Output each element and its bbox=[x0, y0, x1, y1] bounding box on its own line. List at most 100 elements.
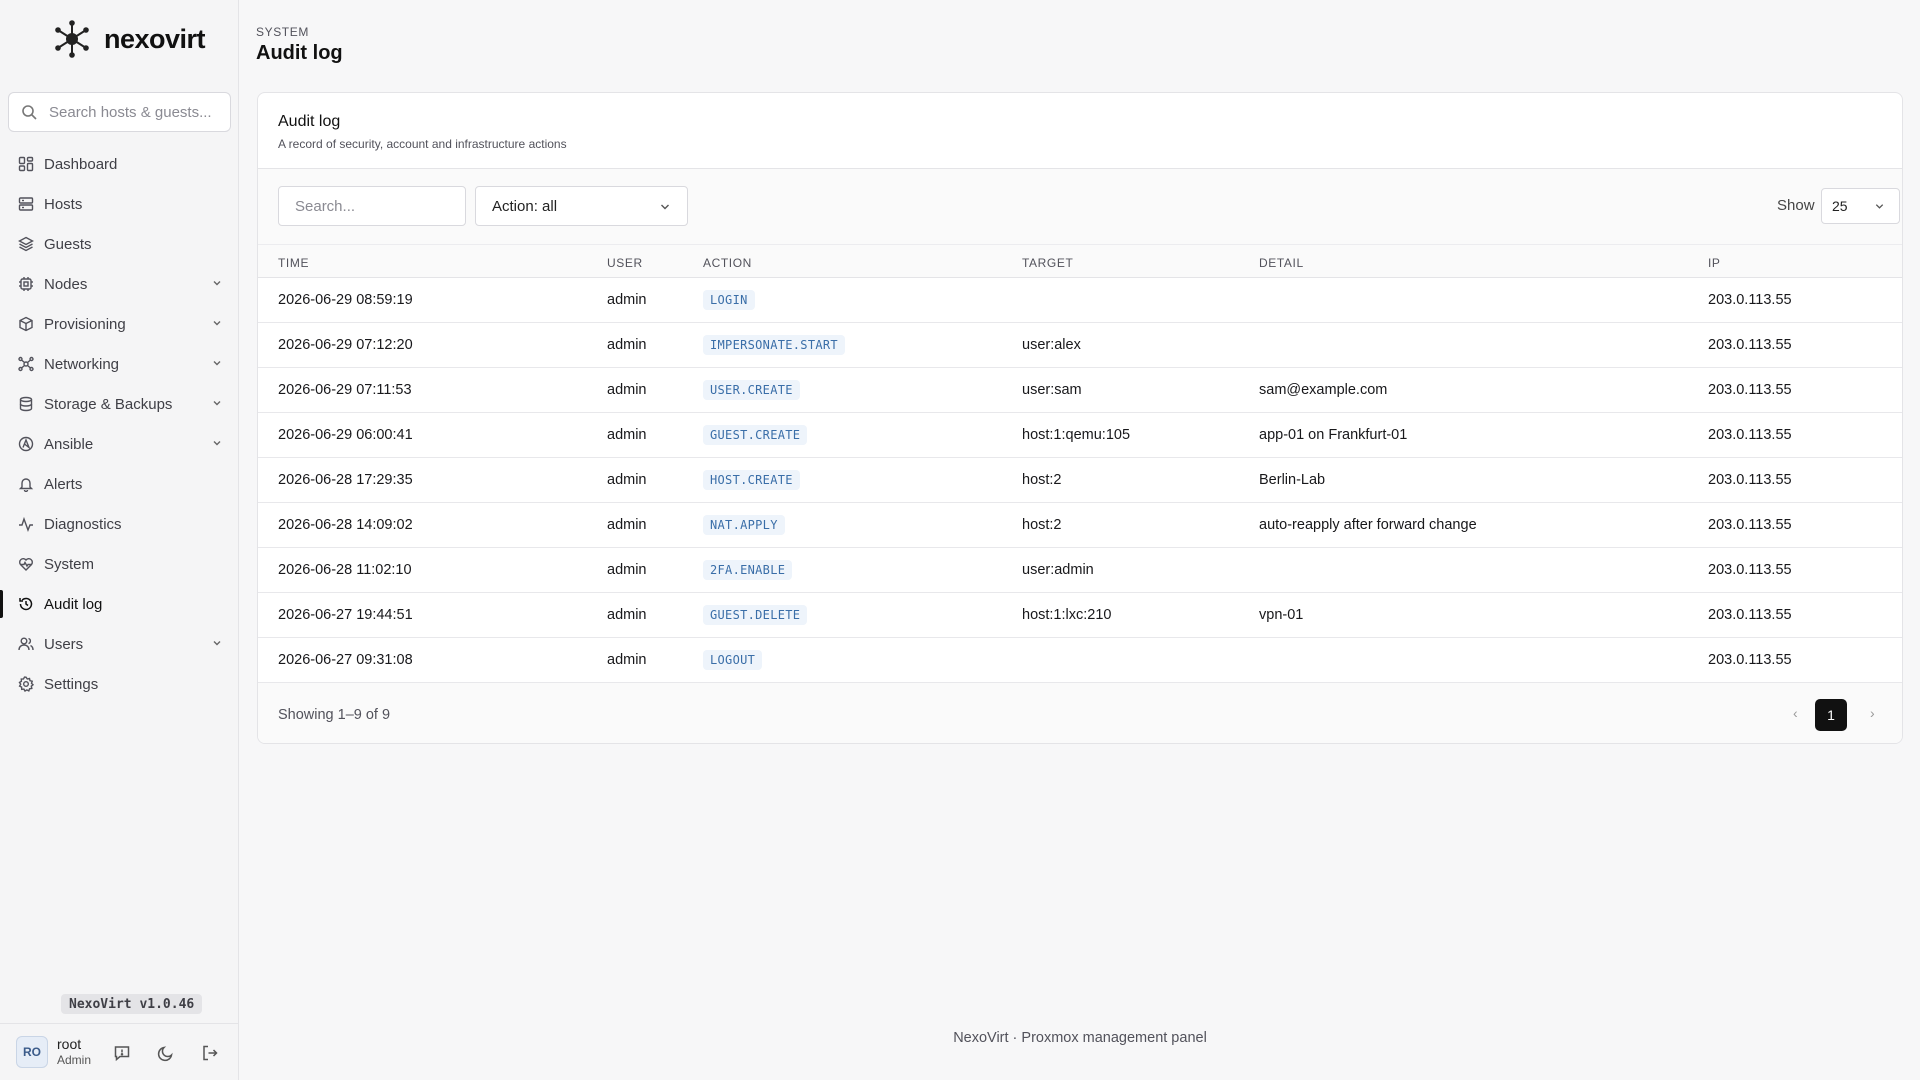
cell-user: admin bbox=[607, 607, 647, 623]
user-name: root bbox=[57, 1036, 82, 1052]
table-row[interactable]: 2026-06-29 07:12:20 admin IMPERSONATE.ST… bbox=[258, 323, 1902, 368]
cell-ip: 203.0.113.55 bbox=[1708, 382, 1792, 398]
sidebar-item-ansible[interactable]: Ansible bbox=[0, 424, 239, 464]
chevron-down-icon bbox=[213, 641, 221, 646]
pagination-prev-button[interactable]: ‹ bbox=[1793, 705, 1798, 721]
moon-icon[interactable] bbox=[157, 1044, 175, 1062]
cell-user: admin bbox=[607, 517, 647, 533]
table-row[interactable]: 2026-06-29 08:59:19 admin LOGIN 203.0.11… bbox=[258, 278, 1902, 323]
column-header-action[interactable]: ACTION bbox=[703, 256, 752, 270]
cell-user: admin bbox=[607, 427, 647, 443]
sidebar-item-hosts[interactable]: Hosts bbox=[0, 184, 239, 224]
sidebar-item-label: Provisioning bbox=[44, 315, 126, 333]
nexovirt-logo-icon bbox=[55, 20, 89, 58]
action-badge: LOGIN bbox=[703, 290, 755, 310]
bell-icon bbox=[18, 476, 34, 492]
chevron-down-icon bbox=[1875, 204, 1884, 209]
column-header-detail[interactable]: DETAIL bbox=[1259, 256, 1304, 270]
table-row[interactable]: 2026-06-29 07:11:53 admin USER.CREATE us… bbox=[258, 368, 1902, 413]
table-row[interactable]: 2026-06-28 14:09:02 admin NAT.APPLY host… bbox=[258, 503, 1902, 548]
cell-detail: sam@example.com bbox=[1259, 382, 1388, 398]
filter-toolbar: Action: all Show 25 bbox=[258, 169, 1902, 244]
sidebar-item-users[interactable]: Users bbox=[0, 624, 239, 664]
action-badge: GUEST.CREATE bbox=[703, 425, 808, 445]
audit-log-card: Audit log A record of security, account … bbox=[257, 92, 1903, 744]
column-header-target[interactable]: TARGET bbox=[1022, 256, 1073, 270]
sidebar-item-label: Audit log bbox=[44, 595, 103, 613]
column-header-time[interactable]: TIME bbox=[278, 256, 309, 270]
cell-target: host:2 bbox=[1022, 472, 1062, 488]
brand-logo[interactable]: nexovirt bbox=[52, 20, 206, 58]
pagination-next-button[interactable]: › bbox=[1870, 705, 1875, 721]
sidebar-item-provisioning[interactable]: Provisioning bbox=[0, 304, 239, 344]
cell-user: admin bbox=[607, 292, 647, 308]
sidebar-item-label: Settings bbox=[44, 675, 99, 693]
cell-ip: 203.0.113.55 bbox=[1708, 472, 1792, 488]
column-header-ip[interactable]: IP bbox=[1708, 256, 1721, 270]
sidebar-search-input[interactable] bbox=[49, 103, 229, 121]
cell-target: user:sam bbox=[1022, 382, 1082, 398]
action-filter-select[interactable]: Action: all bbox=[475, 186, 688, 226]
table-header: TIME USER ACTION TARGET DETAIL IP bbox=[258, 244, 1902, 278]
show-label: Show bbox=[1777, 197, 1815, 214]
cell-target: user:admin bbox=[1022, 562, 1094, 578]
sidebar-item-label: Alerts bbox=[44, 475, 83, 493]
sidebar-item-dashboard[interactable]: Dashboard bbox=[0, 144, 239, 184]
table-row[interactable]: 2026-06-27 19:44:51 admin GUEST.DELETE h… bbox=[258, 593, 1902, 638]
cell-user: admin bbox=[607, 337, 647, 353]
sidebar-item-storage-backups[interactable]: Storage & Backups bbox=[0, 384, 239, 424]
cell-time: 2026-06-28 11:02:10 bbox=[278, 562, 412, 578]
feedback-icon[interactable] bbox=[113, 1044, 131, 1062]
pagination-page-button[interactable]: 1 bbox=[1815, 699, 1847, 731]
cell-ip: 203.0.113.55 bbox=[1708, 607, 1792, 623]
table-row[interactable]: 2026-06-27 09:31:08 admin LOGOUT 203.0.1… bbox=[258, 638, 1902, 683]
action-filter-value: Action: all bbox=[492, 197, 558, 215]
sidebar-item-label: Hosts bbox=[44, 195, 83, 213]
sidebar-item-audit-log[interactable]: Audit log bbox=[0, 584, 239, 624]
cell-user: admin bbox=[607, 472, 647, 488]
page-footer: NexoVirt · Proxmox management panel bbox=[953, 1030, 1207, 1046]
heart-pulse-icon bbox=[18, 556, 34, 572]
page-title: Audit log bbox=[256, 42, 343, 64]
history-icon bbox=[18, 596, 34, 612]
action-badge: GUEST.DELETE bbox=[703, 605, 808, 625]
breadcrumb[interactable]: SYSTEM bbox=[256, 25, 309, 39]
sidebar-item-networking[interactable]: Networking bbox=[0, 344, 239, 384]
logout-icon[interactable] bbox=[201, 1044, 219, 1062]
activity-icon bbox=[18, 516, 34, 532]
cell-user: admin bbox=[607, 562, 647, 578]
cell-ip: 203.0.113.55 bbox=[1708, 337, 1792, 353]
table-body: 2026-06-29 08:59:19 admin LOGIN 203.0.11… bbox=[258, 278, 1902, 683]
users-icon bbox=[18, 636, 34, 652]
layers-icon bbox=[18, 236, 34, 252]
page-size-value: 25 bbox=[1832, 198, 1848, 214]
chevron-down-icon bbox=[661, 204, 669, 210]
gear-icon bbox=[18, 676, 34, 692]
sidebar-search[interactable] bbox=[8, 92, 231, 132]
cell-target: user:alex bbox=[1022, 337, 1081, 353]
sidebar-item-system[interactable]: System bbox=[0, 544, 239, 584]
cell-time: 2026-06-28 14:09:02 bbox=[278, 517, 413, 533]
column-header-user[interactable]: USER bbox=[607, 256, 643, 270]
sidebar-item-nodes[interactable]: Nodes bbox=[0, 264, 239, 304]
chevron-down-icon bbox=[213, 281, 221, 286]
table-row[interactable]: 2026-06-29 06:00:41 admin GUEST.CREATE h… bbox=[258, 413, 1902, 458]
table-row[interactable]: 2026-06-28 17:29:35 admin HOST.CREATE ho… bbox=[258, 458, 1902, 503]
sidebar-item-alerts[interactable]: Alerts bbox=[0, 464, 239, 504]
table-row[interactable]: 2026-06-28 11:02:10 admin 2FA.ENABLE use… bbox=[258, 548, 1902, 593]
cell-detail: app-01 on Frankfurt-01 bbox=[1259, 427, 1408, 443]
card-subtitle: A record of security, account and infras… bbox=[278, 137, 567, 151]
cell-ip: 203.0.113.55 bbox=[1708, 292, 1792, 308]
sidebar-item-settings[interactable]: Settings bbox=[0, 664, 239, 704]
avatar[interactable]: RO bbox=[16, 1036, 48, 1068]
action-badge: IMPERSONATE.START bbox=[703, 335, 845, 355]
search-input[interactable] bbox=[278, 186, 466, 226]
cell-detail: Berlin-Lab bbox=[1259, 472, 1326, 488]
sidebar-nav: Dashboard Hosts Guests Nodes Provisionin… bbox=[0, 144, 239, 704]
showing-count: Showing 1–9 of 9 bbox=[278, 707, 391, 723]
cell-ip: 203.0.113.55 bbox=[1708, 517, 1792, 533]
page-size-select[interactable]: 25 bbox=[1821, 188, 1900, 224]
sidebar-item-guests[interactable]: Guests bbox=[0, 224, 239, 264]
sidebar-item-diagnostics[interactable]: Diagnostics bbox=[0, 504, 239, 544]
brand-name: nexovirt bbox=[104, 23, 206, 54]
